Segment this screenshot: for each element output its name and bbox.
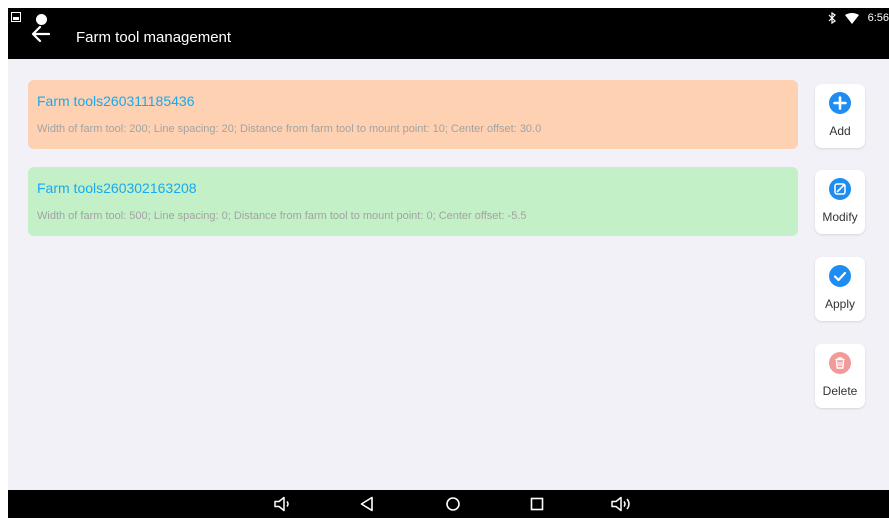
home-icon[interactable] (445, 496, 461, 512)
clock: 6:56 (867, 12, 889, 24)
system-nav-bar (8, 490, 889, 518)
notification-image-icon (11, 12, 21, 22)
back-icon[interactable] (360, 496, 374, 512)
app-screen: Farm tool management 6:56 Farm tools2603… (8, 8, 889, 518)
delete-button[interactable]: Delete (815, 344, 865, 408)
title-bar: Farm tool management 6:56 (8, 8, 889, 59)
back-arrow-icon[interactable] (30, 24, 50, 44)
delete-button-label: Delete (822, 384, 858, 398)
modify-button[interactable]: Modify (815, 170, 865, 234)
plus-circle-icon (829, 92, 851, 114)
status-bar: 6:56 (828, 12, 889, 24)
wifi-icon (844, 12, 859, 24)
edit-icon (829, 178, 851, 200)
tool-description: Width of farm tool: 200; Line spacing: 2… (37, 123, 542, 135)
recents-icon[interactable] (530, 496, 544, 512)
modify-button-label: Modify (822, 210, 858, 224)
tool-card[interactable]: Farm tools260311185436 Width of farm too… (28, 80, 798, 149)
tool-description: Width of farm tool: 500; Line spacing: 0… (37, 210, 527, 222)
tool-name: Farm tools260302163208 (37, 180, 197, 196)
check-circle-icon (829, 265, 851, 287)
volume-up-icon[interactable] (611, 496, 633, 512)
tool-name: Farm tools260311185436 (37, 93, 195, 109)
add-button[interactable]: Add (815, 84, 865, 148)
apply-button-label: Apply (824, 297, 856, 311)
add-button-label: Add (829, 124, 851, 138)
bluetooth-icon (828, 12, 836, 24)
volume-down-icon[interactable] (274, 496, 292, 512)
apply-button[interactable]: Apply (815, 257, 865, 321)
page-title: Farm tool management (76, 29, 232, 46)
tool-card[interactable]: Farm tools260302163208 Width of farm too… (28, 167, 798, 236)
trash-icon (829, 352, 851, 374)
